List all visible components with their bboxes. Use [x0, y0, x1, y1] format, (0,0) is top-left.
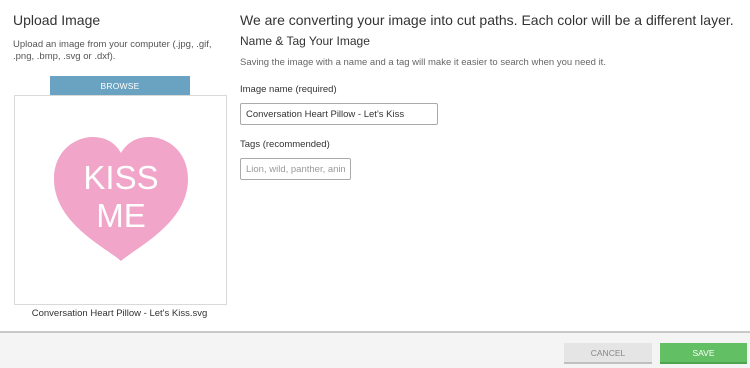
upload-description: Upload an image from your computer (.jpg…	[13, 39, 212, 62]
upload-title: Upload Image	[13, 12, 101, 28]
form-hint: Saving the image with a name and a tag w…	[240, 57, 606, 68]
tags-label: Tags (recommended)	[240, 139, 330, 150]
heart-text-line1: KISS	[83, 159, 158, 196]
name-tag-form: We are converting your image into cut pa…	[240, 12, 740, 180]
tags-input[interactable]	[240, 158, 351, 180]
image-name-input[interactable]	[240, 103, 438, 125]
image-preview: KISS ME	[14, 95, 227, 305]
conversion-headline: We are converting your image into cut pa…	[240, 12, 734, 28]
image-name-label: Image name (required)	[240, 84, 337, 95]
cancel-button[interactable]: CANCEL	[564, 343, 652, 364]
dialog-footer: CANCEL SAVE	[0, 331, 750, 368]
form-subhead: Name & Tag Your Image	[240, 34, 370, 48]
upload-panel: Upload Image Upload an image from your c…	[13, 12, 228, 319]
save-button[interactable]: SAVE	[660, 343, 747, 364]
heart-text-line2: ME	[96, 197, 146, 234]
heart-image: KISS ME	[53, 137, 188, 261]
file-name: Conversation Heart Pillow - Let's Kiss.s…	[31, 308, 208, 319]
